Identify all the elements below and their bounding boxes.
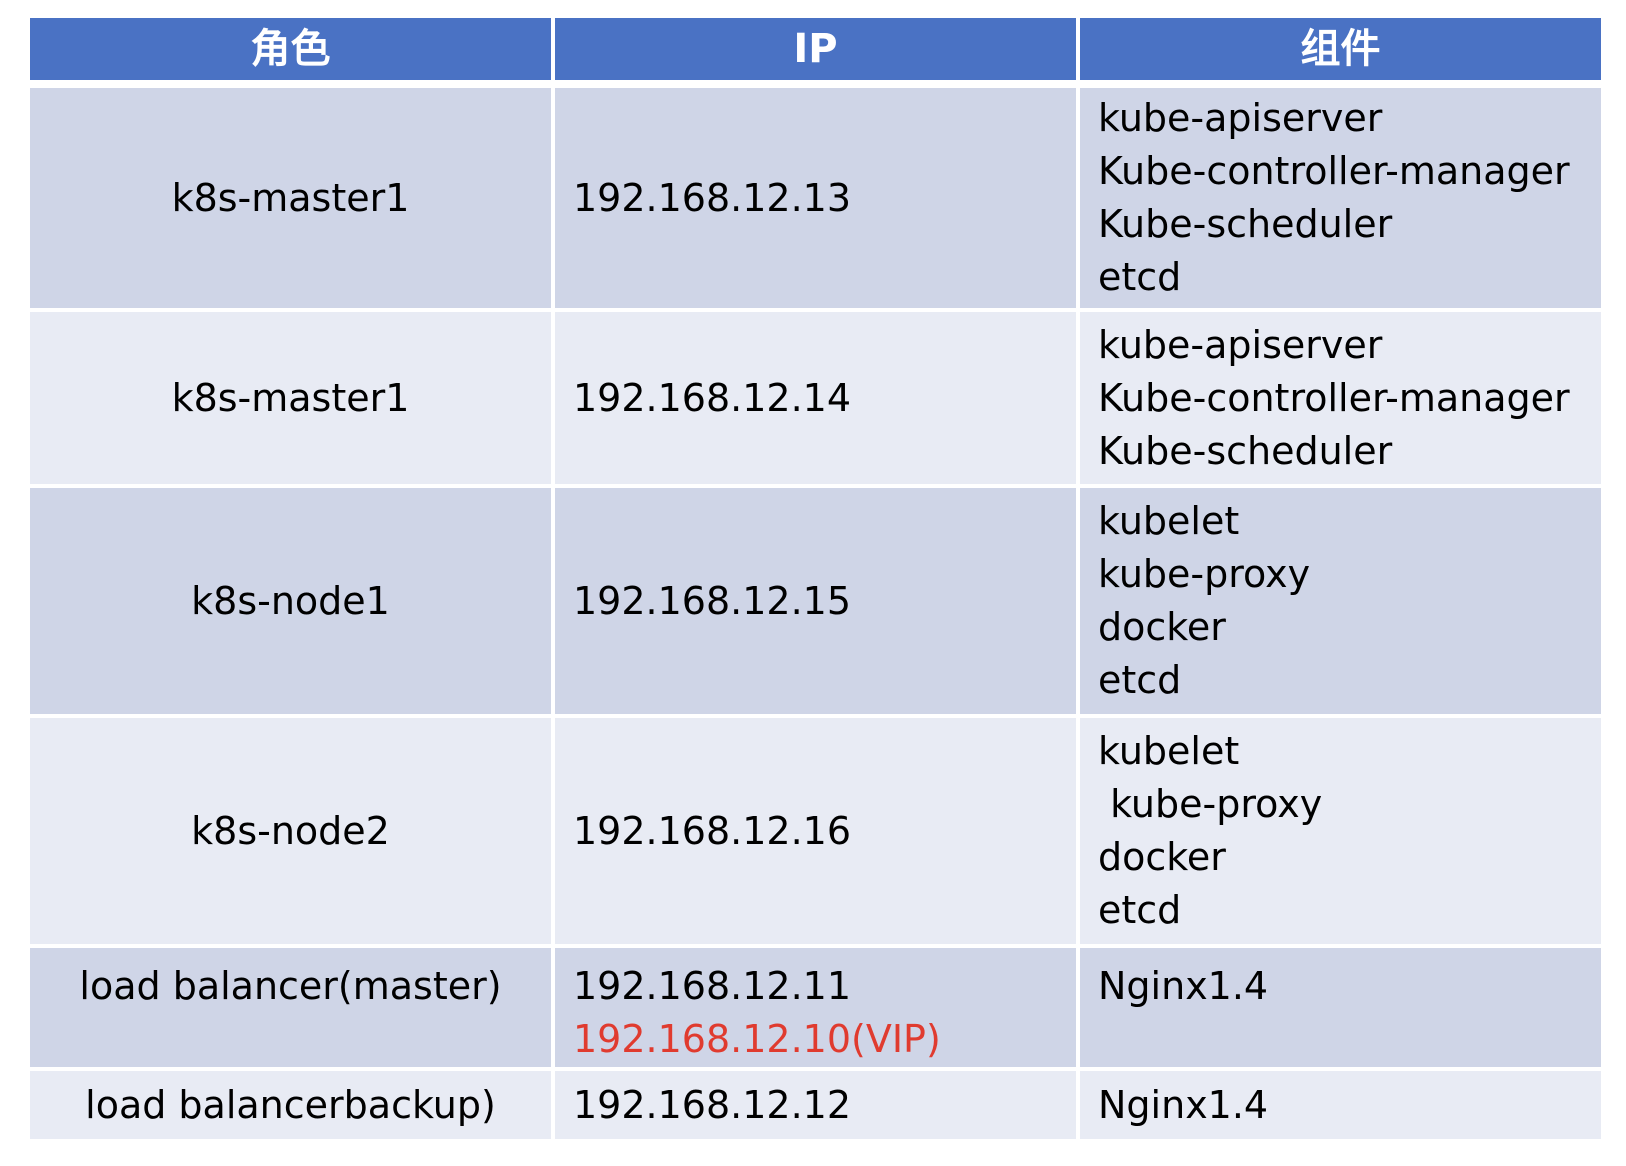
ip-text: 192.168.12.16 (573, 808, 852, 853)
cell-ip: 192.168.12.16 (555, 718, 1080, 948)
component-item: Nginx1.4 (1098, 1082, 1269, 1127)
component-item: Kube-controller-manager (1098, 149, 1570, 193)
cell-role: k8s-master1 (30, 312, 555, 488)
role-text: k8s-node1 (191, 578, 390, 623)
cell-components: kube-apiserver Kube-controller-manager K… (1080, 312, 1601, 488)
component-item: docker (1098, 835, 1226, 879)
component-item: Kube-controller-manager (1098, 375, 1570, 420)
component-item: kubelet (1098, 499, 1240, 543)
component-item: etcd (1098, 255, 1182, 299)
cell-role: k8s-node1 (30, 488, 555, 718)
header-components: 组件 (1080, 18, 1601, 88)
component-item: kube-proxy (1098, 782, 1323, 826)
role-text: k8s-node2 (191, 808, 390, 853)
cell-ip: 192.168.12.13 (555, 88, 1080, 312)
component-item: kube-apiserver (1098, 322, 1383, 367)
cell-components: Nginx1.4 (1080, 1071, 1601, 1143)
cell-components: Nginx1.4 (1080, 948, 1601, 1071)
ip-text: 192.168.12.15 (573, 578, 852, 623)
cell-ip: 192.168.12.11 192.168.12.10(VIP) (555, 948, 1080, 1071)
role-text: load balancer(master) (79, 964, 502, 1008)
cell-ip: 192.168.12.15 (555, 488, 1080, 718)
cell-components: kubelet kube-proxy docker etcd (1080, 718, 1601, 948)
component-item: kube-apiserver (1098, 96, 1383, 140)
component-item: Kube-scheduler (1098, 428, 1393, 473)
cell-role: k8s-node2 (30, 718, 555, 948)
cell-role: load balancerbackup) (30, 1071, 555, 1143)
component-item: Kube-scheduler (1098, 202, 1393, 246)
header-role: 角色 (30, 18, 555, 88)
role-text: k8s-master1 (171, 375, 410, 420)
component-item: etcd (1098, 888, 1182, 932)
cell-role: k8s-master1 (30, 88, 555, 312)
cell-role: load balancer(master) (30, 948, 555, 1071)
role-text: k8s-master1 (171, 175, 410, 220)
component-item: docker (1098, 605, 1226, 649)
component-item: kube-proxy (1098, 552, 1311, 596)
component-item: Nginx1.4 (1098, 964, 1269, 1008)
cell-ip: 192.168.12.14 (555, 312, 1080, 488)
ip-text: 192.168.12.11 (573, 964, 852, 1008)
cell-components: kube-apiserver Kube-controller-manager K… (1080, 88, 1601, 312)
ip-text: 192.168.12.12 (573, 1082, 852, 1127)
component-item: etcd (1098, 658, 1182, 702)
vip-ip-text: 192.168.12.10(VIP) (573, 1017, 941, 1061)
cell-components: kubelet kube-proxy docker etcd (1080, 488, 1601, 718)
ip-text: 192.168.12.14 (573, 375, 852, 420)
role-ip-component-table: 角色 IP 组件 k8s-master1 192.168.12.13 kube-… (30, 18, 1601, 1153)
ip-text: 192.168.12.13 (573, 175, 852, 220)
role-text: load balancerbackup) (85, 1082, 496, 1127)
header-ip: IP (555, 18, 1080, 88)
cell-ip: 192.168.12.12 (555, 1071, 1080, 1143)
component-item: kubelet (1098, 729, 1240, 773)
